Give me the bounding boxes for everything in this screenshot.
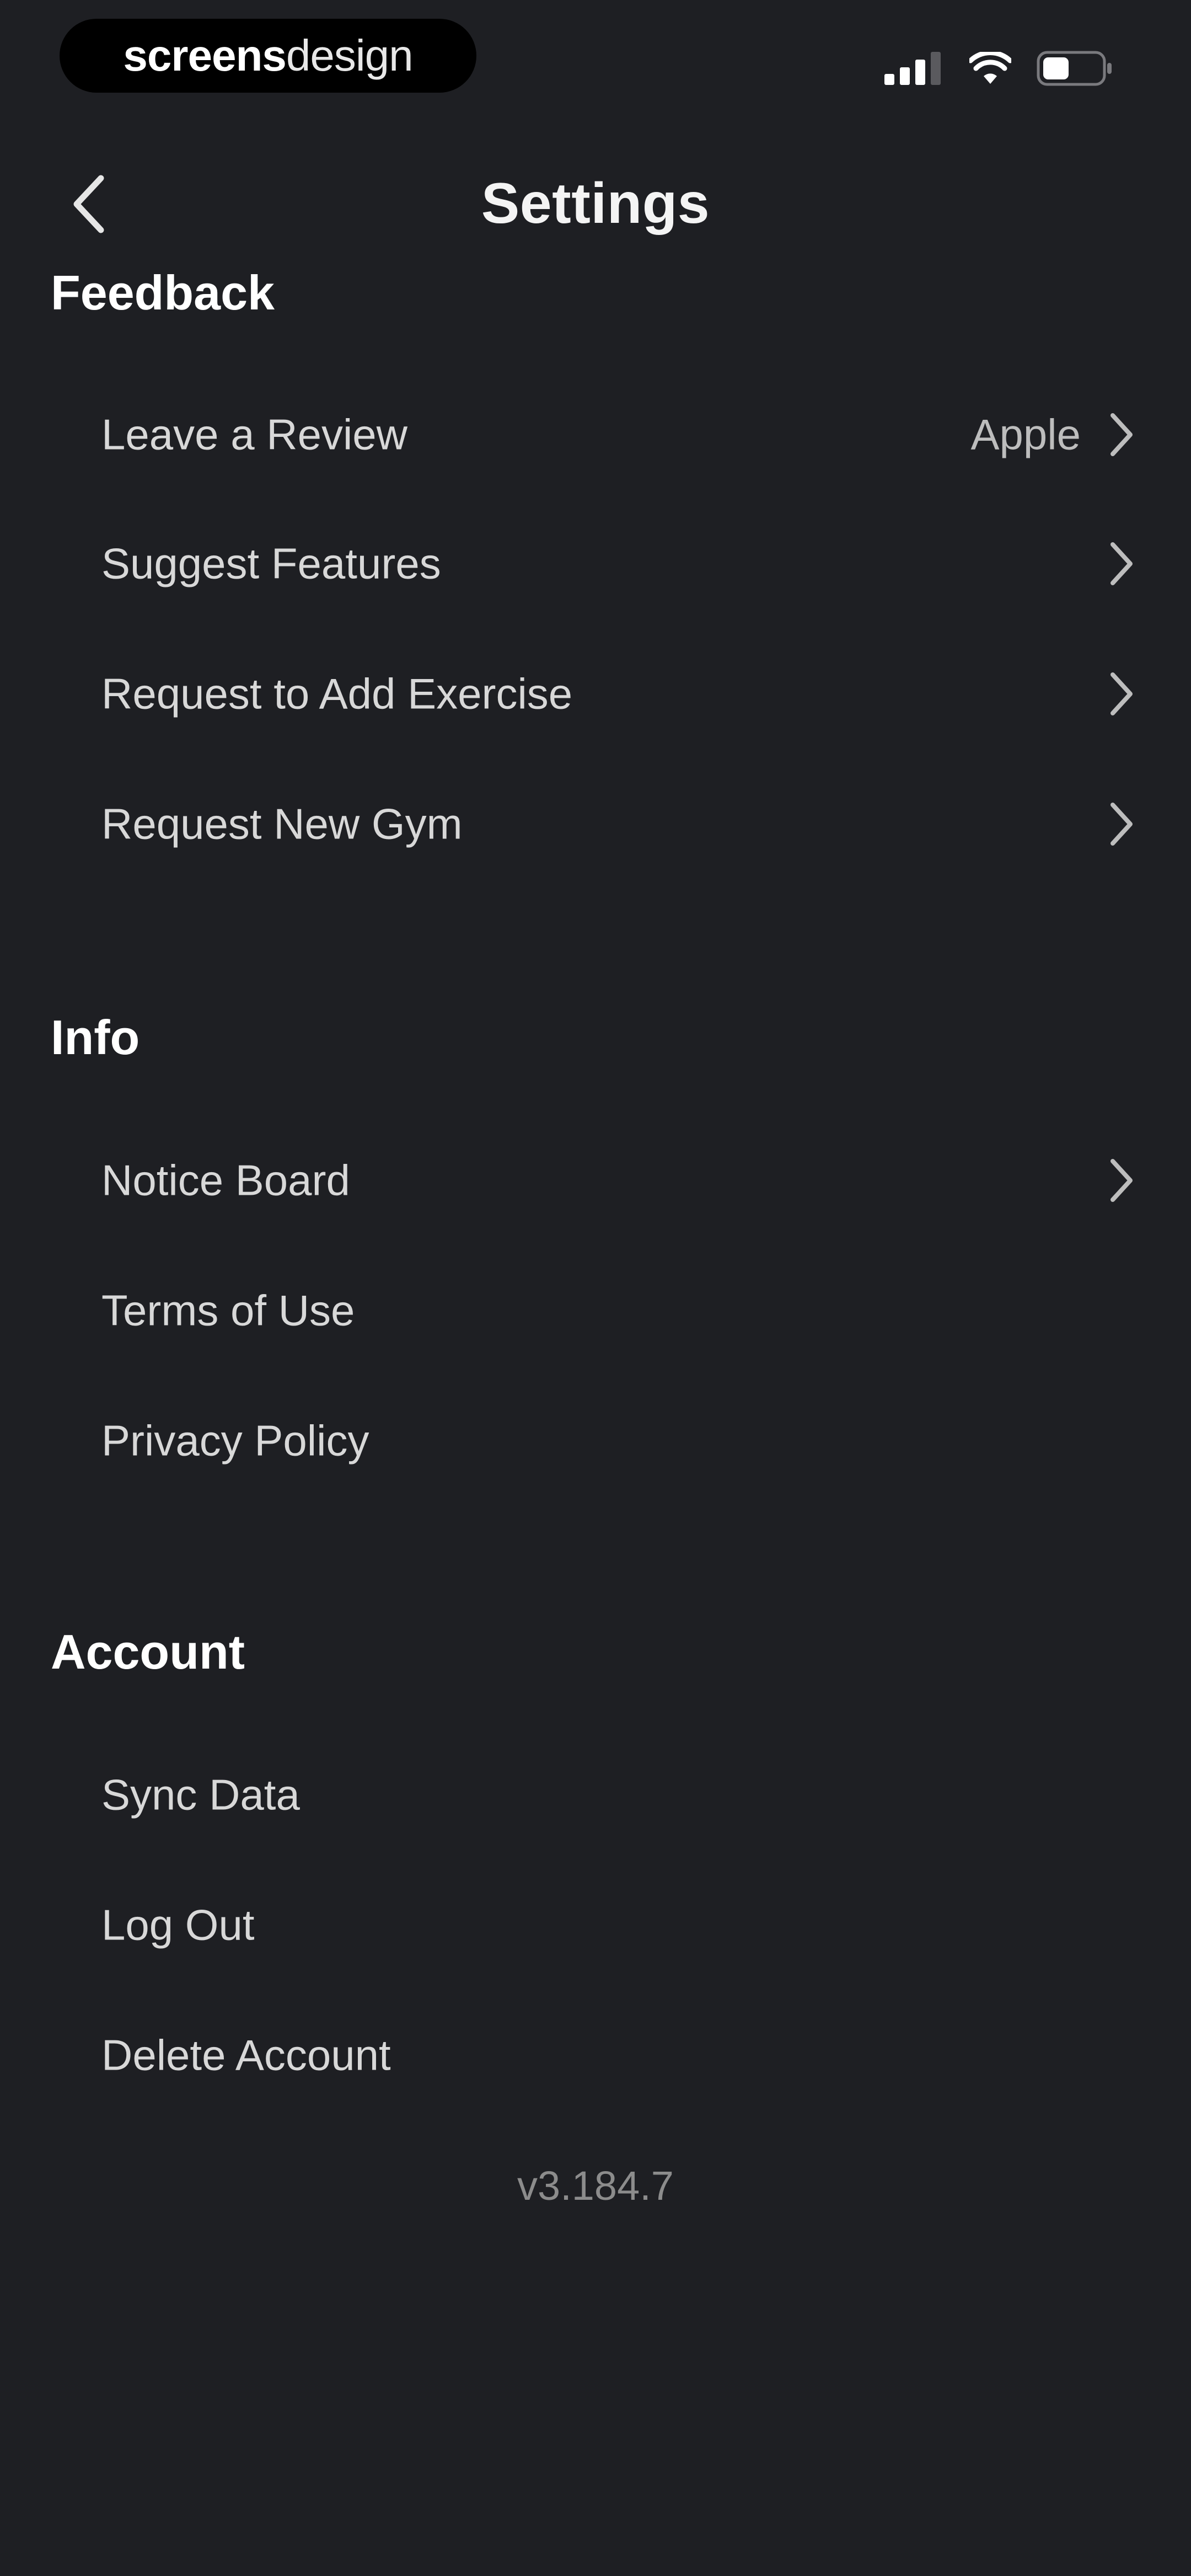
request-new-gym-row[interactable]: Request New Gym [0, 769, 1191, 879]
row-label: Delete Account [101, 2030, 391, 2080]
log-out-row[interactable]: Log Out [0, 1870, 1191, 1980]
page-title: Settings [481, 172, 710, 236]
section-title-account: Account [51, 1624, 245, 1679]
battery-icon [1037, 51, 1112, 86]
leave-review-row[interactable]: Leave a Review Apple [0, 380, 1191, 490]
privacy-policy-row[interactable]: Privacy Policy [0, 1386, 1191, 1496]
wifi-icon [969, 52, 1011, 84]
row-label: Suggest Features [101, 539, 441, 588]
notice-board-row[interactable]: Notice Board [0, 1125, 1191, 1236]
app-version: v3.184.7 [517, 2163, 674, 2209]
brand-text-bold: screens [123, 31, 286, 80]
chevron-right-icon [1110, 542, 1133, 585]
section-title-info: Info [51, 1010, 140, 1065]
chevron-right-icon [1110, 803, 1133, 846]
chevron-right-icon [1110, 1159, 1133, 1202]
status-bar: screens design [0, 0, 1191, 121]
section-title-feedback: Feedback [51, 265, 275, 320]
row-label: Terms of Use [101, 1286, 355, 1335]
signal-icon [884, 52, 941, 85]
row-label: Request to Add Exercise [101, 669, 573, 718]
chevron-right-icon [1110, 413, 1133, 456]
terms-of-use-row[interactable]: Terms of Use [0, 1255, 1191, 1366]
review-platform-value: Apple [970, 410, 1081, 459]
delete-account-row[interactable]: Delete Account [0, 2000, 1191, 2110]
row-label: Notice Board [101, 1156, 350, 1205]
nav-header: Settings [0, 143, 1191, 265]
status-icons [884, 46, 1114, 90]
suggest-features-row[interactable]: Suggest Features [0, 509, 1191, 619]
brand-text-light: design [286, 31, 414, 80]
row-label: Request New Gym [101, 799, 463, 848]
row-label: Privacy Policy [101, 1416, 369, 1465]
sync-data-row[interactable]: Sync Data [0, 1740, 1191, 1850]
chevron-right-icon [1110, 672, 1133, 715]
row-label: Sync Data [101, 1770, 300, 1819]
row-label: Leave a Review [101, 410, 407, 459]
settings-screen: screens design Settings Feedback Leave a… [0, 0, 1191, 2576]
brand-badge: screens design [60, 19, 476, 93]
request-add-exercise-row[interactable]: Request to Add Exercise [0, 639, 1191, 749]
row-label: Log Out [101, 1900, 255, 1949]
